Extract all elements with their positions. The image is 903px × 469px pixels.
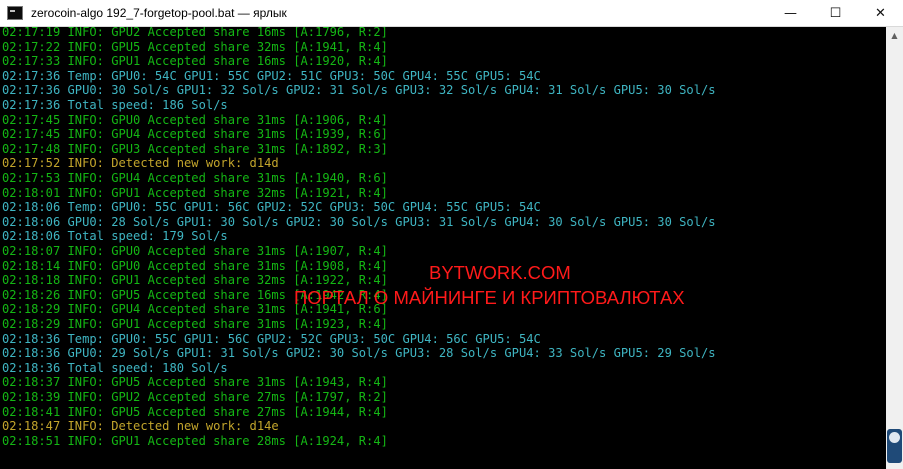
console-line: 02:17:33 INFO: GPU1 Accepted share 16ms … <box>2 54 388 69</box>
console-line: 02:17:22 INFO: GPU5 Accepted share 32ms … <box>2 39 388 54</box>
window-title: zerocoin-algo 192_7-forgetop-pool.bat — … <box>31 6 287 20</box>
console-line: 02:18:36 Temp: GPU0: 55C GPU1: 56C GPU2:… <box>2 331 541 346</box>
remote-widget-icon[interactable] <box>887 429 902 463</box>
console-line: 02:18:41 INFO: GPU5 Accepted share 27ms … <box>2 404 388 419</box>
console-line: 02:17:36 Temp: GPU0: 54C GPU1: 55C GPU2:… <box>2 68 541 83</box>
console-line: 02:17:52 INFO: Detected new work: d14d <box>2 156 279 171</box>
console-line: 02:18:29 INFO: GPU1 Accepted share 31ms … <box>2 317 388 331</box>
console-output[interactable]: 02:17:19 INFO: GPU2 Accepted share 16ms … <box>0 27 886 469</box>
scroll-up-icon[interactable]: ▲ <box>886 27 903 44</box>
close-button[interactable]: ✕ <box>858 0 903 27</box>
console-line: 02:18:36 GPU0: 29 Sol/s GPU1: 31 Sol/s G… <box>2 346 716 361</box>
console-line: 02:17:36 Total speed: 186 Sol/s <box>2 98 228 112</box>
console-line: 02:17:19 INFO: GPU2 Accepted share 16ms … <box>2 27 388 39</box>
watermark-site: BYTWORK.COM <box>429 262 571 283</box>
console-line: 02:18:06 GPU0: 28 Sol/s GPU1: 30 Sol/s G… <box>2 214 716 229</box>
console-line: 02:18:01 INFO: GPU1 Accepted share 32ms … <box>2 185 388 200</box>
minimize-button[interactable]: — <box>768 0 813 27</box>
console-line: 02:18:36 Total speed: 180 Sol/s <box>2 360 228 375</box>
console-line: 02:17:45 INFO: GPU0 Accepted share 31ms … <box>2 112 388 127</box>
console-line: 02:17:53 INFO: GPU4 Accepted share 31ms … <box>2 171 388 185</box>
watermark-tagline: ПОРТАЛ О МАЙНИНГЕ И КРИПТОВАЛЮТАХ <box>294 287 685 308</box>
vertical-scrollbar[interactable]: ▲ ▼ <box>886 27 903 469</box>
console-line: 02:17:45 INFO: GPU4 Accepted share 31ms … <box>2 127 388 142</box>
console-line: 02:18:39 INFO: GPU2 Accepted share 27ms … <box>2 390 388 404</box>
maximize-button[interactable]: ☐ <box>813 0 858 27</box>
window-controls: — ☐ ✕ <box>768 0 903 27</box>
watermark: BYTWORK.COM ПОРТАЛ О МАЙНИНГЕ И КРИПТОВА… <box>294 260 734 310</box>
console-line: 02:18:51 INFO: GPU1 Accepted share 28ms … <box>2 433 388 448</box>
console-line: 02:18:47 INFO: Detected new work: d14e <box>2 419 279 434</box>
console-line: 02:18:37 INFO: GPU5 Accepted share 31ms … <box>2 375 388 390</box>
console-line: 02:17:36 GPU0: 30 Sol/s GPU1: 32 Sol/s G… <box>2 83 716 98</box>
console-line: 02:18:07 INFO: GPU0 Accepted share 31ms … <box>2 244 388 258</box>
console-line: 02:18:06 Temp: GPU0: 55C GPU1: 56C GPU2:… <box>2 200 541 215</box>
console-icon[interactable] <box>7 6 23 20</box>
console-line: 02:18:06 Total speed: 179 Sol/s <box>2 229 228 244</box>
title-bar[interactable]: zerocoin-algo 192_7-forgetop-pool.bat — … <box>0 0 903 27</box>
console-line: 02:17:48 INFO: GPU3 Accepted share 31ms … <box>2 141 388 156</box>
